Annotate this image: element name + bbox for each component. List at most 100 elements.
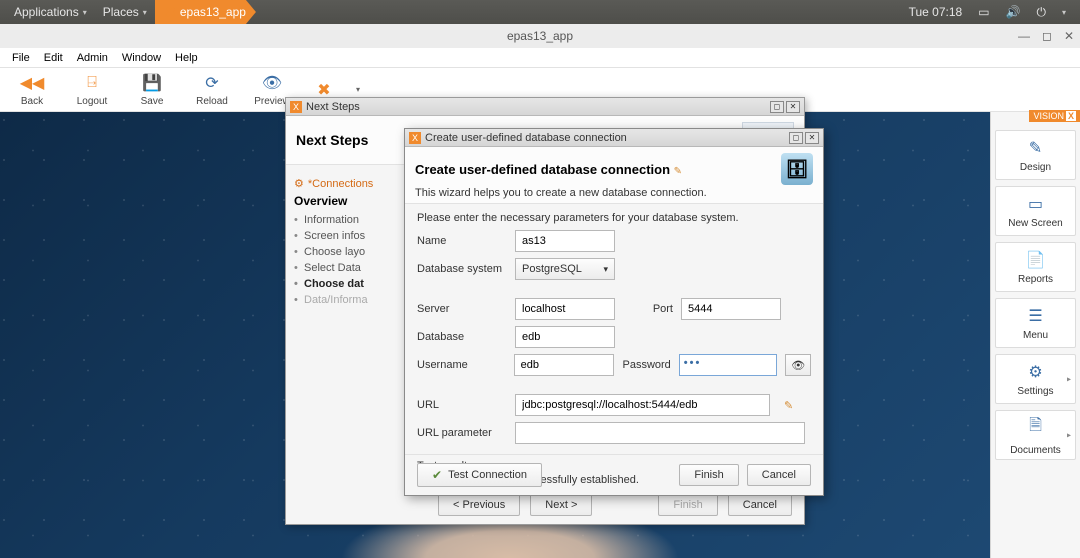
- name-label: Name: [417, 235, 507, 247]
- menu-icon: ☰: [1028, 306, 1042, 326]
- port-input[interactable]: [681, 298, 781, 320]
- step-choose-data[interactable]: Choose dat: [294, 276, 408, 292]
- reports-icon: 📄: [1026, 250, 1046, 270]
- app-titlebar: epas13_app — ◻ ✕: [0, 24, 1080, 48]
- next-button[interactable]: Next >: [530, 494, 592, 516]
- reload-icon: ⟳: [201, 72, 223, 94]
- edit-url-icon[interactable]: ✎: [784, 399, 793, 412]
- step-choose-layout[interactable]: Choose layo: [294, 244, 408, 260]
- power-icon[interactable]: ⏻: [1028, 5, 1054, 20]
- right-dock: VISIONX ✎Design ▭New Screen 📄Reports ☰Me…: [990, 112, 1080, 558]
- step-information[interactable]: Information: [294, 212, 408, 228]
- db-dialog-maximize-button[interactable]: ◻: [789, 132, 803, 144]
- documents-icon: 🗎: [1029, 414, 1042, 441]
- gear-icon: ⚙: [294, 177, 304, 190]
- taskbar-active-app[interactable]: ✖ epas13_app: [155, 0, 256, 24]
- app-menubar: File Edit Admin Window Help: [0, 48, 1080, 68]
- show-password-button[interactable]: 👁: [785, 354, 811, 376]
- step-data-information: Data/Informa: [294, 292, 408, 308]
- next-steps-titlebar[interactable]: X Next Steps ◻ ✕: [286, 98, 804, 116]
- app-title: epas13_app: [507, 29, 573, 43]
- dialog-x-icon: X: [409, 132, 421, 144]
- toolbar-overflow-arrow[interactable]: ▾: [356, 85, 360, 94]
- next-steps-title: Next Steps: [306, 101, 360, 113]
- url-input[interactable]: [515, 394, 770, 416]
- dock-brand-tag: VISIONX: [1029, 110, 1080, 122]
- dialog-maximize-button[interactable]: ◻: [770, 101, 784, 113]
- name-input[interactable]: [515, 230, 615, 252]
- menu-admin[interactable]: Admin: [71, 50, 114, 66]
- previous-button[interactable]: < Previous: [438, 494, 520, 516]
- database-input[interactable]: [515, 326, 615, 348]
- window-maximize-button[interactable]: ◻: [1042, 29, 1052, 43]
- step-screen-infos[interactable]: Screen infos: [294, 228, 408, 244]
- menu-edit[interactable]: Edit: [38, 50, 69, 66]
- cancel-button[interactable]: Cancel: [747, 464, 811, 486]
- dock-new-screen[interactable]: ▭New Screen: [995, 186, 1076, 236]
- clock: Tue 07:18: [901, 5, 971, 19]
- dock-reports[interactable]: 📄Reports: [995, 242, 1076, 292]
- test-connection-button[interactable]: ✔ Test Connection: [417, 463, 542, 487]
- finish-button[interactable]: Finish: [679, 464, 738, 486]
- save-button[interactable]: 💾Save: [132, 72, 172, 107]
- password-input[interactable]: •••: [679, 354, 778, 376]
- db-dialog-close-button[interactable]: ✕: [805, 132, 819, 144]
- connections-accordion[interactable]: ⚙*Connections: [294, 177, 408, 190]
- db-dialog-title: Create user-defined database connection: [425, 132, 627, 144]
- overview-heading: Overview: [294, 194, 408, 208]
- db-dialog-titlebar[interactable]: X Create user-defined database connectio…: [405, 129, 823, 147]
- url-label: URL: [417, 399, 507, 411]
- volume-icon[interactable]: 🔊: [998, 5, 1029, 19]
- wiz1-finish-button: Finish: [658, 494, 717, 516]
- db-subtitle: This wizard helps you to create a new da…: [415, 187, 813, 199]
- window-close-button[interactable]: ✕: [1064, 29, 1074, 43]
- logout-icon: ⍈: [81, 72, 103, 94]
- menu-file[interactable]: File: [6, 50, 36, 66]
- dock-settings[interactable]: ⚙Settings: [995, 354, 1076, 404]
- chevron-down-icon: ▾: [603, 264, 608, 275]
- settings-icon: ⚙: [1028, 362, 1042, 382]
- wiz1-cancel-button[interactable]: Cancel: [728, 494, 792, 516]
- password-label: Password: [622, 359, 671, 371]
- dock-design[interactable]: ✎Design: [995, 130, 1076, 180]
- wizard-side-nav: ⚙*Connections Overview Information Scree…: [286, 165, 416, 501]
- step-select-data[interactable]: Select Data: [294, 260, 408, 276]
- back-button[interactable]: ◀◀Back: [12, 72, 52, 107]
- display-icon[interactable]: ▭: [970, 5, 997, 19]
- preview-icon: 👁: [261, 72, 283, 94]
- menu-help[interactable]: Help: [169, 50, 204, 66]
- username-label: Username: [417, 359, 506, 371]
- next-steps-heading: Next Steps: [296, 132, 368, 148]
- back-icon: ◀◀: [21, 72, 43, 94]
- save-icon: 💾: [141, 72, 163, 94]
- db-heading: Create user-defined database connection: [415, 162, 670, 177]
- urlparam-input[interactable]: [515, 422, 805, 444]
- dialog-x-icon: X: [290, 101, 302, 113]
- dock-menu[interactable]: ☰Menu: [995, 298, 1076, 348]
- dock-documents[interactable]: 🗎Documents: [995, 410, 1076, 460]
- logout-button[interactable]: ⍈Logout: [72, 72, 112, 107]
- dbsystem-select[interactable]: PostgreSQL▾: [515, 258, 615, 280]
- eye-icon: 👁: [791, 359, 805, 372]
- urlparam-label: URL parameter: [417, 427, 507, 439]
- window-minimize-button[interactable]: —: [1018, 29, 1030, 43]
- db-connection-dialog: X Create user-defined database connectio…: [404, 128, 824, 496]
- app-x-icon: ✖: [165, 4, 177, 21]
- db-intro: Please enter the necessary parameters fo…: [417, 212, 811, 224]
- pencil-icon: ✎: [674, 166, 682, 177]
- check-icon: ✔: [432, 468, 442, 482]
- server-input[interactable]: [515, 298, 615, 320]
- user-menu-arrow[interactable]: ▾: [1054, 8, 1074, 17]
- reload-button[interactable]: ⟳Reload: [192, 72, 232, 107]
- dbsystem-label: Database system: [417, 263, 507, 275]
- applications-menu[interactable]: Applications ▾: [6, 5, 95, 19]
- gnome-top-bar: Applications ▾ Places ▾ ✖ epas13_app Tue…: [0, 0, 1080, 24]
- port-label: Port: [623, 303, 673, 315]
- dialog-close-button[interactable]: ✕: [786, 101, 800, 113]
- database-icon: 🗄: [781, 153, 813, 185]
- username-input[interactable]: [514, 354, 614, 376]
- menu-window[interactable]: Window: [116, 50, 167, 66]
- places-menu[interactable]: Places ▾: [95, 5, 155, 19]
- design-icon: ✎: [1029, 138, 1042, 158]
- server-label: Server: [417, 303, 507, 315]
